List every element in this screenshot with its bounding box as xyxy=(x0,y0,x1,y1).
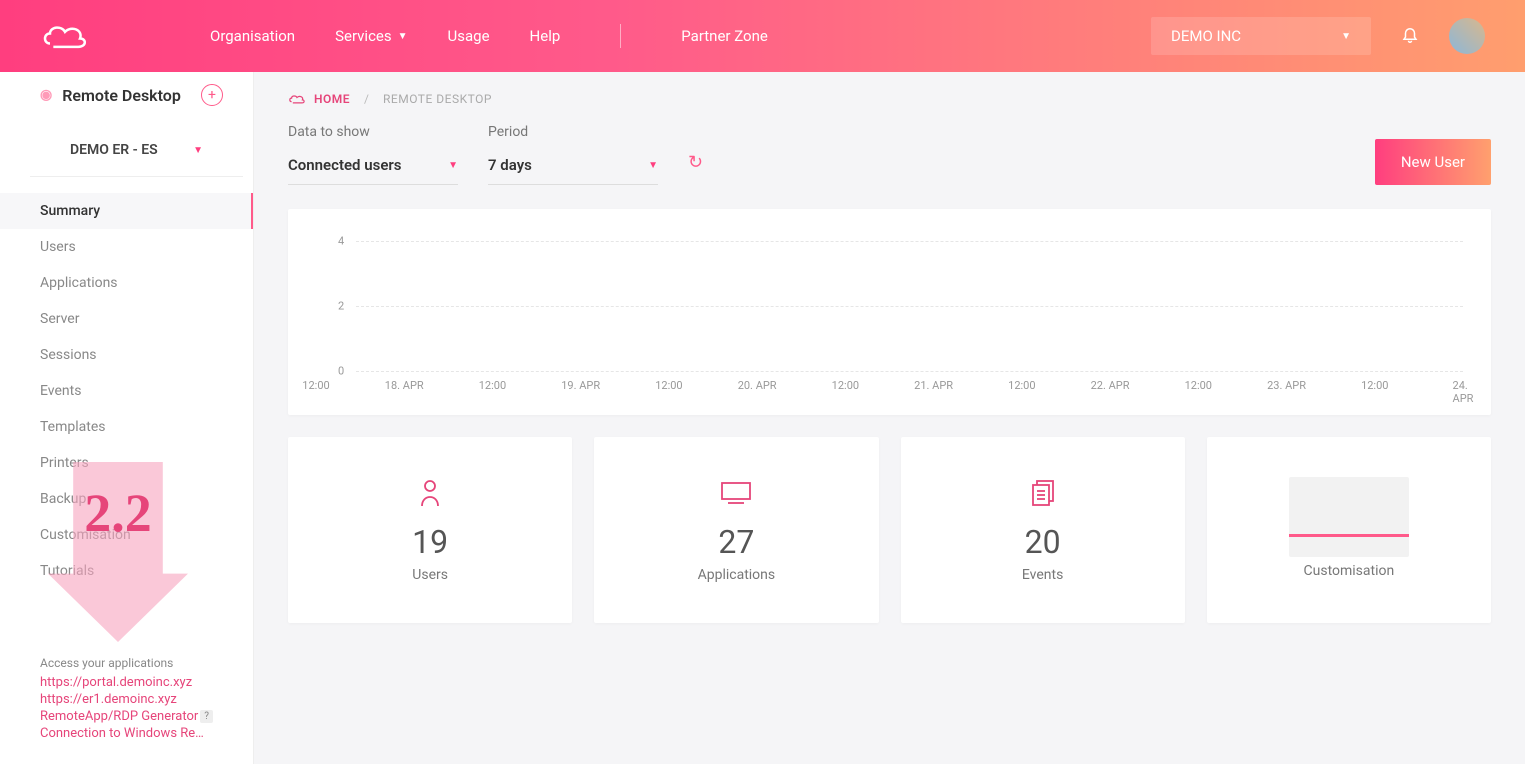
y-tick: 4 xyxy=(338,235,344,248)
stat-card-events[interactable]: 20 Events xyxy=(901,437,1185,623)
refresh-button[interactable]: ↻ xyxy=(688,152,703,185)
nav-organisation[interactable]: Organisation xyxy=(210,27,295,45)
header: Organisation Services ▼ Usage Help Partne… xyxy=(0,0,1525,72)
sidebar-item-server[interactable]: Server xyxy=(0,301,253,337)
x-tick: 12:00 xyxy=(655,379,682,392)
chart-x-axis: 12:00 18. APR 12:00 19. APR 12:00 20. APR 12:0… xyxy=(316,379,1463,395)
sidebar-item-summary[interactable]: Summary xyxy=(0,193,253,229)
stats-row: 19 Users 27 Applications 20 Events Custo… xyxy=(288,437,1491,623)
sidebar-item-applications[interactable]: Applications xyxy=(0,265,253,301)
caret-down-icon: ▼ xyxy=(648,160,658,171)
nav-usage[interactable]: Usage xyxy=(448,27,490,45)
x-tick: 12:00 xyxy=(302,379,329,392)
caret-down-icon: ▼ xyxy=(193,145,203,156)
cloud-icon xyxy=(288,93,306,105)
sidebar-title-text: Remote Desktop xyxy=(62,86,181,105)
user-icon xyxy=(418,477,442,509)
sidebar: ◉ Remote Desktop + DEMO ER - ES ▼ Summar… xyxy=(0,72,254,764)
filter-period: Period 7 days ▼ xyxy=(488,124,658,185)
sidebar-org-select[interactable]: DEMO ER - ES ▼ xyxy=(30,124,243,177)
x-tick: 12:00 xyxy=(832,379,859,392)
y-tick: 2 xyxy=(338,300,344,313)
sidebar-link[interactable]: RemoteApp/RDP Generator? xyxy=(40,708,213,725)
x-tick: 12:00 xyxy=(1185,379,1212,392)
logo[interactable] xyxy=(40,21,90,51)
link-text: RemoteApp/RDP Generator xyxy=(40,709,198,724)
stat-events-label: Events xyxy=(1022,567,1063,583)
sidebar-item-sessions[interactable]: Sessions xyxy=(0,337,253,373)
nav-partner-zone[interactable]: Partner Zone xyxy=(681,27,768,45)
help-icon[interactable]: ? xyxy=(200,710,213,723)
filter-period-label: Period xyxy=(488,124,658,140)
x-tick: 21. APR xyxy=(914,379,953,392)
caret-down-icon: ▼ xyxy=(1341,31,1351,42)
sidebar-title: ◉ Remote Desktop xyxy=(40,86,181,105)
stat-apps-value: 27 xyxy=(718,523,754,561)
nav: Organisation Services ▼ Usage Help Partne… xyxy=(210,24,768,48)
sidebar-item-events[interactable]: Events xyxy=(0,373,253,409)
breadcrumb-home[interactable]: HOME xyxy=(288,92,350,106)
y-tick: 0 xyxy=(338,365,344,378)
stat-card-customisation[interactable]: Customisation xyxy=(1207,437,1491,623)
new-user-button[interactable]: New User xyxy=(1375,139,1491,185)
sidebar-link[interactable]: https://portal.demoinc.xyz xyxy=(40,674,213,691)
nav-services[interactable]: Services ▼ xyxy=(335,27,407,45)
filter-data-select[interactable]: Connected users ▼ xyxy=(288,150,458,185)
nav-separator xyxy=(620,24,621,48)
stat-apps-label: Applications xyxy=(698,567,776,583)
filters: Data to show Connected users ▼ Period 7 … xyxy=(288,124,1491,185)
filter-period-value: 7 days xyxy=(488,156,532,174)
sidebar-link[interactable]: https://er1.demoinc.xyz xyxy=(40,691,213,708)
chart-card: 024 12:0018. APR12:0019. APR12:0020. APR… xyxy=(288,209,1491,415)
filter-period-select[interactable]: 7 days ▼ xyxy=(488,150,658,185)
caret-down-icon: ▼ xyxy=(398,31,408,42)
breadcrumb-home-text: HOME xyxy=(314,92,350,106)
x-tick: 12:00 xyxy=(1361,379,1388,392)
stat-custom-label: Customisation xyxy=(1304,563,1395,579)
filter-data: Data to show Connected users ▼ xyxy=(288,124,458,185)
breadcrumb: HOME / REMOTE DESKTOP xyxy=(288,92,1491,106)
x-tick: 22. APR xyxy=(1091,379,1130,392)
breadcrumb-sep: / xyxy=(364,92,369,106)
org-selected-label: DEMO INC xyxy=(1171,27,1241,45)
sidebar-footer: Access your applications https://portal.… xyxy=(0,646,253,752)
avatar[interactable] xyxy=(1449,18,1485,54)
header-right: DEMO INC ▼ xyxy=(1151,17,1485,55)
sidebar-item-users[interactable]: Users xyxy=(0,229,253,265)
x-tick: 20. APR xyxy=(738,379,777,392)
sidebar-org-label: DEMO ER - ES xyxy=(70,142,158,158)
x-tick: 12:00 xyxy=(479,379,506,392)
x-tick: 18. APR xyxy=(385,379,424,392)
main: HOME / REMOTE DESKTOP Data to show Conne… xyxy=(254,72,1525,764)
documents-icon xyxy=(1029,477,1057,509)
org-select[interactable]: DEMO INC ▼ xyxy=(1151,17,1371,55)
x-tick: 12:00 xyxy=(1008,379,1035,392)
x-tick: 23. APR xyxy=(1267,379,1306,392)
nav-help[interactable]: Help xyxy=(530,27,561,45)
chart-area: 024 xyxy=(316,241,1463,371)
notifications-icon[interactable] xyxy=(1401,25,1419,48)
footer-title: Access your applications xyxy=(40,656,213,670)
filter-data-label: Data to show xyxy=(288,124,458,140)
nav-services-label: Services xyxy=(335,27,392,45)
monitor-icon xyxy=(720,477,752,509)
filter-data-value: Connected users xyxy=(288,156,402,174)
x-tick: 24. APR xyxy=(1453,379,1474,405)
add-button[interactable]: + xyxy=(201,84,223,106)
stat-users-label: Users xyxy=(412,567,448,583)
caret-down-icon: ▼ xyxy=(448,160,458,171)
stat-card-users[interactable]: 19 Users xyxy=(288,437,572,623)
stat-users-value: 19 xyxy=(412,523,448,561)
sidebar-link[interactable]: Connection to Windows Rem… xyxy=(40,725,213,742)
stat-events-value: 20 xyxy=(1025,523,1061,561)
remote-desktop-icon: ◉ xyxy=(40,87,52,103)
sidebar-header: ◉ Remote Desktop + xyxy=(0,84,253,124)
x-tick: 19. APR xyxy=(561,379,600,392)
customisation-thumb xyxy=(1289,477,1409,557)
breadcrumb-current: REMOTE DESKTOP xyxy=(383,92,492,106)
sidebar-item-templates[interactable]: Templates xyxy=(0,409,253,445)
stat-card-applications[interactable]: 27 Applications xyxy=(594,437,878,623)
